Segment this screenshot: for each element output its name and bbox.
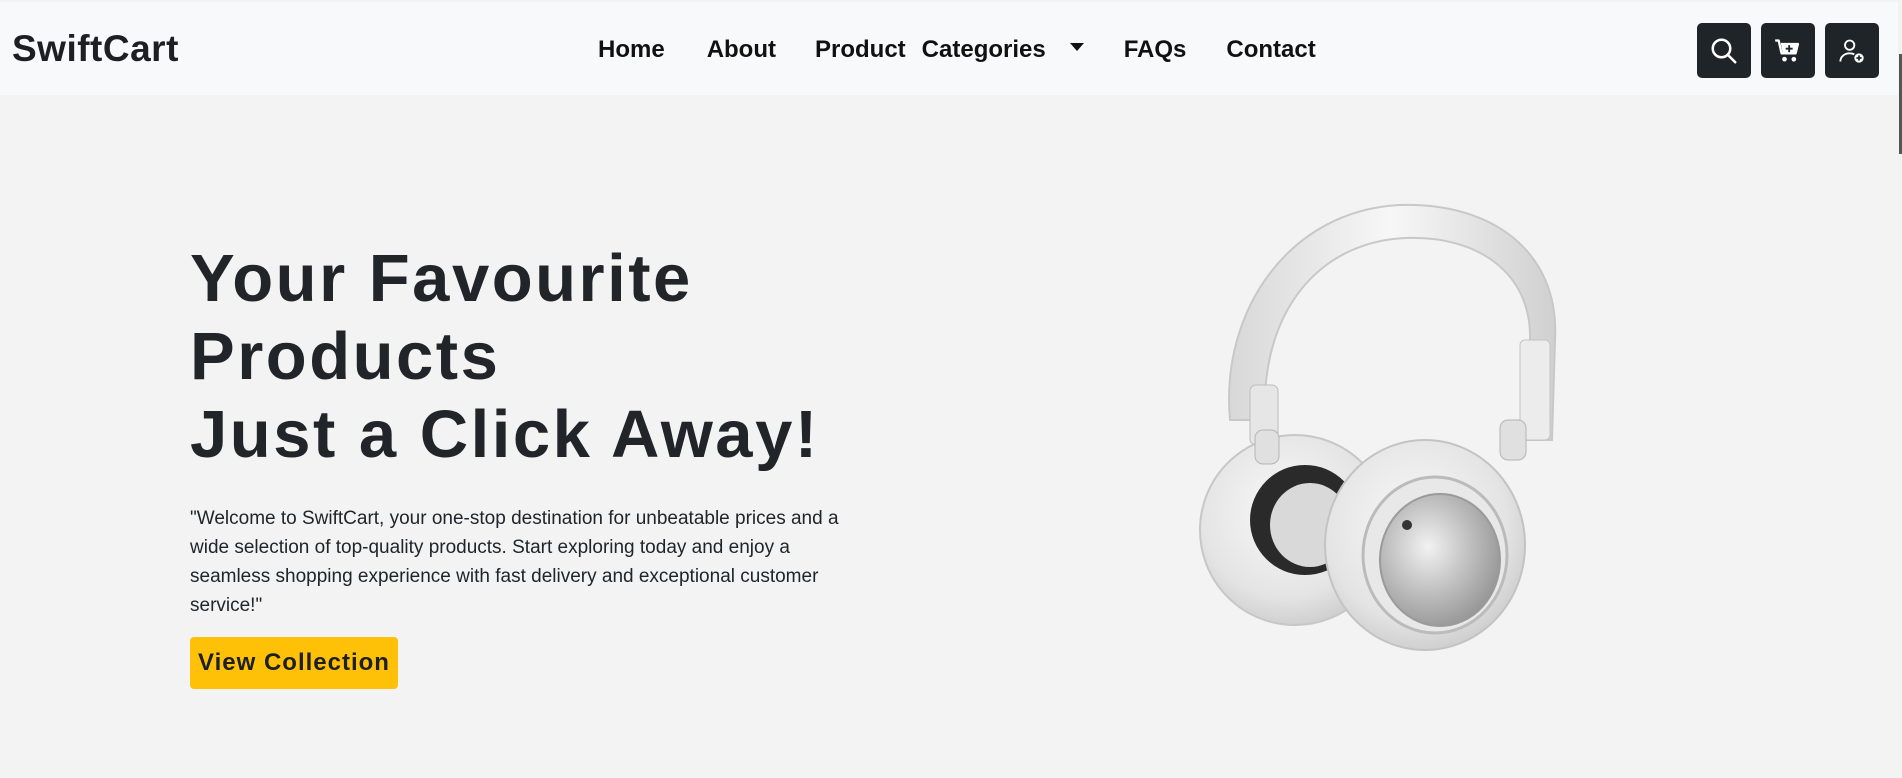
nav-links: Home About Product Categories FAQs Conta… — [598, 36, 1316, 64]
hero-title-line-2: Products — [190, 319, 501, 394]
cart-add-icon — [1775, 38, 1800, 61]
nav-link-about[interactable]: About — [707, 36, 776, 64]
view-collection-button[interactable]: View Collection — [190, 637, 398, 689]
hero-description: "Welcome to SwiftCart, your one-stop des… — [190, 508, 839, 616]
hero-title-line-3: Just a Click Away! — [190, 397, 820, 472]
navbar: SwiftCart Home About Product Categories … — [0, 2, 1902, 95]
user-add-icon — [1839, 39, 1864, 63]
nav-link-product[interactable]: Product — [815, 36, 906, 64]
nav-link-home[interactable]: Home — [598, 36, 665, 64]
hero-title: Your Favourite Products Just a Click Awa… — [190, 240, 890, 474]
search-icon — [1711, 38, 1737, 63]
nav-link-categories: Categories — [921, 36, 1046, 63]
nav-link-faqs[interactable]: FAQs — [1124, 36, 1187, 64]
headphones-image — [1160, 190, 1580, 660]
search-button[interactable] — [1697, 23, 1751, 78]
nav-actions — [1697, 23, 1879, 78]
scrollbar[interactable] — [1898, 0, 1902, 778]
nav-dropdown-categories[interactable]: Categories — [922, 36, 1084, 64]
caret-down-icon — [1069, 43, 1084, 51]
cart-button[interactable] — [1761, 23, 1815, 78]
user-button[interactable] — [1825, 23, 1879, 78]
brand-logo[interactable]: SwiftCart — [12, 28, 179, 70]
hero-title-line-1: Your Favourite — [190, 241, 693, 316]
nav-link-contact[interactable]: Contact — [1226, 36, 1315, 64]
hero-section: Your Favourite Products Just a Click Awa… — [190, 240, 890, 620]
